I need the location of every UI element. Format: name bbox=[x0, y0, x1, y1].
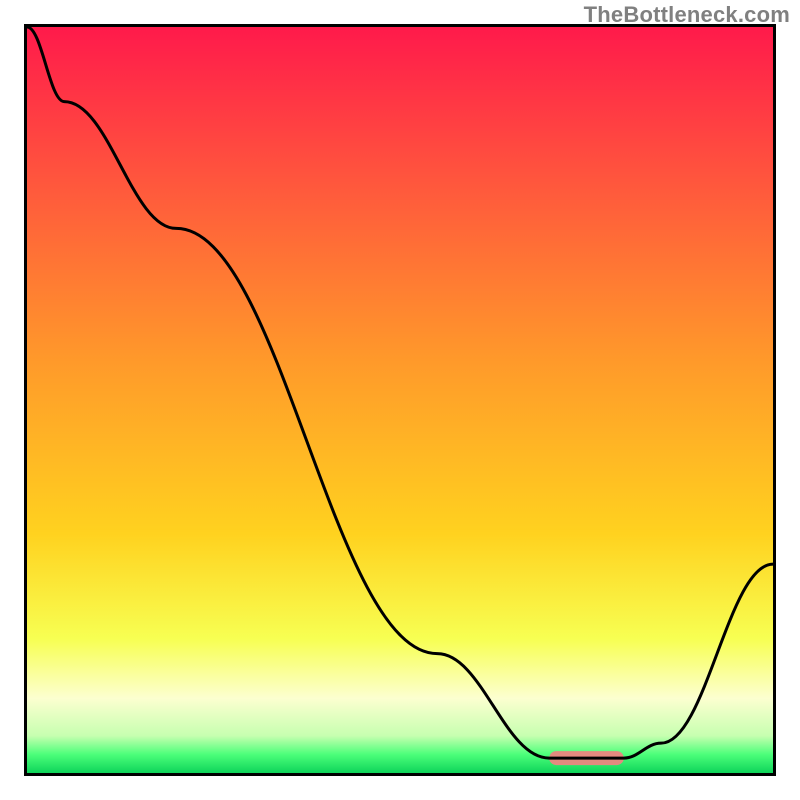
gradient-panel bbox=[27, 27, 773, 773]
bottleneck-chart bbox=[24, 24, 776, 776]
watermark-text: TheBottleneck.com bbox=[584, 2, 790, 28]
chart-stage: TheBottleneck.com bbox=[0, 0, 800, 800]
